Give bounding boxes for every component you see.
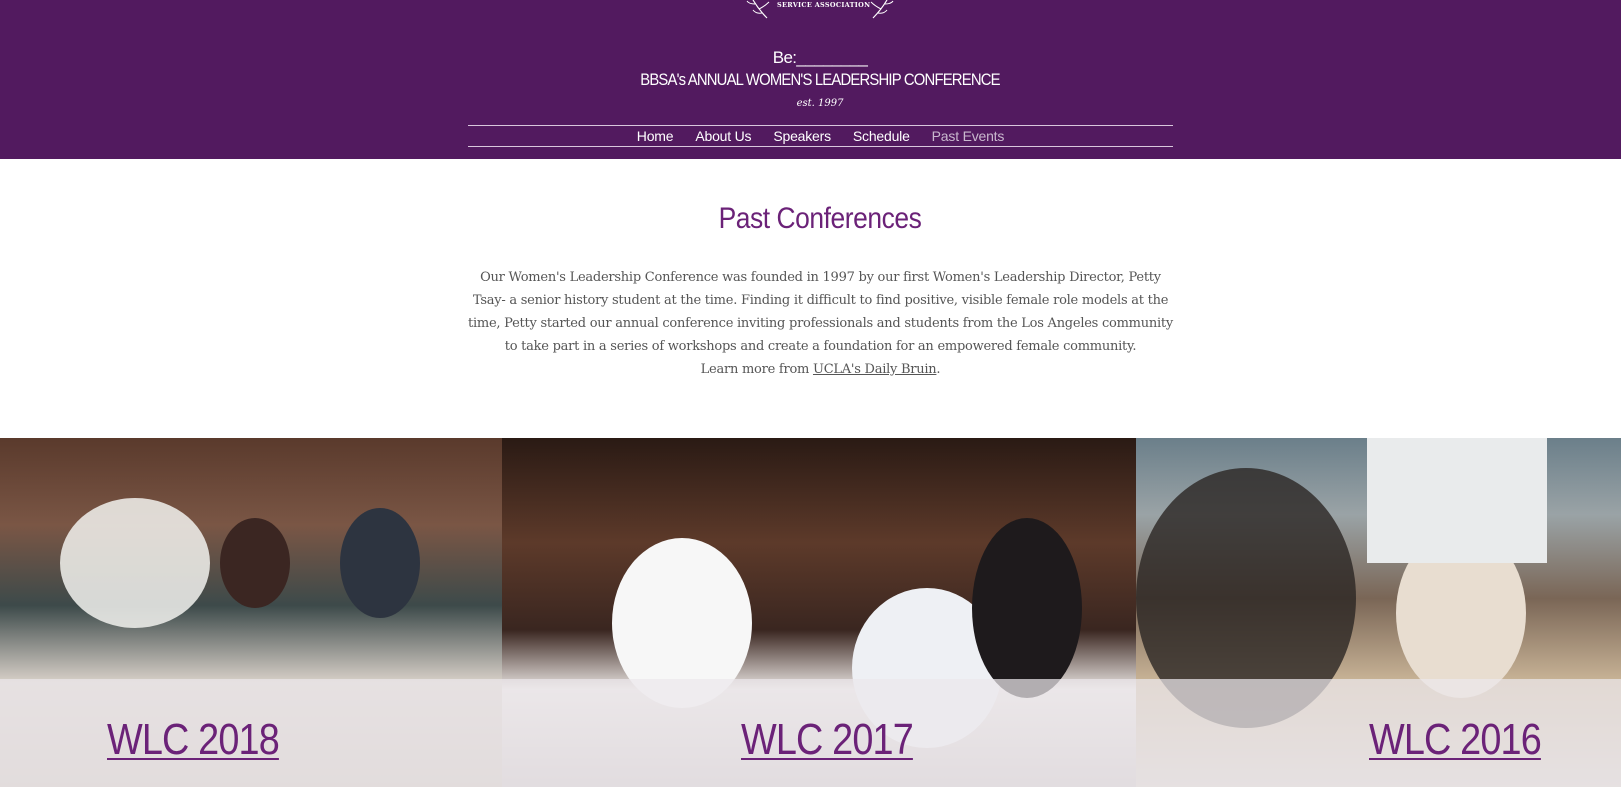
- learn-more-line: Learn more from UCLA's Daily Bruin.: [468, 358, 1173, 381]
- intro-text: Our Women's Leadership Conference was fo…: [468, 270, 1173, 354]
- nav-item-home[interactable]: Home: [626, 126, 685, 146]
- nav-item-speakers[interactable]: Speakers: [762, 126, 842, 146]
- past-events-gallery: WLC 2018 WLC 2017 WLC 2016: [0, 438, 1621, 787]
- nav-bottom-divider: [468, 146, 1173, 147]
- flower-centerpiece: [60, 498, 210, 628]
- established-text: est. 1997: [796, 98, 844, 109]
- nav-item-schedule[interactable]: Schedule: [842, 126, 921, 146]
- tagline: Be:________: [772, 48, 868, 67]
- wlc-2017-link[interactable]: WLC 2017: [741, 715, 914, 765]
- main-nav: Home About Us Speakers Schedule Past Eve…: [468, 126, 1173, 146]
- intro-paragraph: Our Women's Leadership Conference was fo…: [468, 266, 1173, 381]
- site-header: SERVICE ASSOCIATION Be:________ BBSA's A…: [0, 0, 1621, 159]
- page-title: Past Conferences: [718, 202, 922, 235]
- logo[interactable]: SERVICE ASSOCIATION: [745, 0, 895, 20]
- attendee-figure: [220, 518, 290, 608]
- attendee-figure: [972, 518, 1082, 698]
- wlc-2018-link[interactable]: WLC 2018: [107, 715, 280, 765]
- learn-more-prefix: Learn more from: [700, 362, 813, 377]
- attendee-figure: [340, 508, 420, 618]
- nav-item-about-us[interactable]: About Us: [684, 126, 762, 146]
- conference-title: BBSA's ANNUAL WOMEN'S LEADERSHIP CONFERE…: [640, 71, 1000, 89]
- learn-more-suffix: .: [936, 362, 941, 377]
- projector-screen: [1367, 438, 1547, 563]
- nav-item-past-events[interactable]: Past Events: [921, 126, 1016, 146]
- daily-bruin-link[interactable]: UCLA's Daily Bruin: [813, 362, 937, 377]
- logo-text: SERVICE ASSOCIATION: [777, 1, 871, 9]
- wlc-2016-link[interactable]: WLC 2016: [1369, 715, 1542, 765]
